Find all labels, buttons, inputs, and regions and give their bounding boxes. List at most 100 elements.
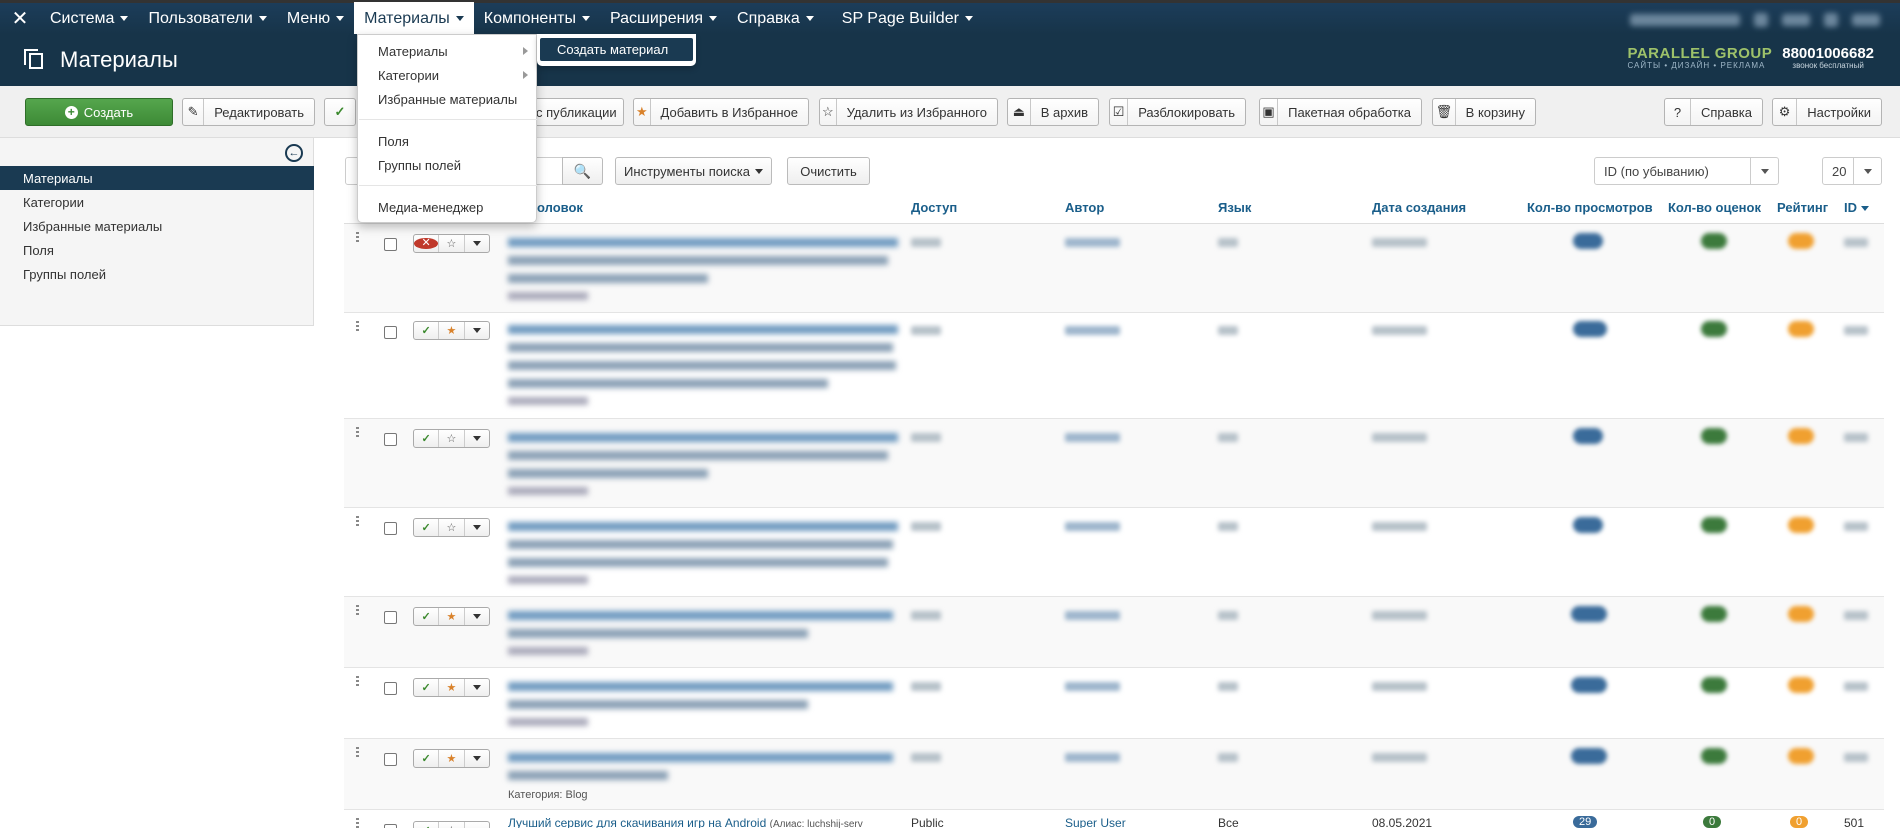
row-checkbox[interactable] [384, 522, 397, 535]
joomla-logo-icon[interactable]: ✕ [0, 2, 40, 36]
submenu-item-new-article[interactable]: Создать материал [540, 38, 693, 61]
blurred-author[interactable] [1065, 522, 1120, 531]
drag-handle-icon[interactable] [356, 321, 359, 333]
row-checkbox[interactable] [384, 824, 397, 828]
caret-down-icon[interactable] [465, 322, 489, 339]
star-outline-icon[interactable]: ☆ [439, 430, 465, 447]
unlock-button[interactable]: ☑ Разблокировать [1109, 98, 1246, 126]
col-access[interactable]: Доступ [911, 200, 957, 215]
blurred-author[interactable] [1065, 682, 1120, 691]
row-title-blurred[interactable] [508, 518, 898, 584]
publish-button[interactable]: ✓ [324, 98, 356, 126]
limit-select[interactable]: 20 [1822, 157, 1882, 185]
sidebar-item-featured[interactable]: Избранные материалы [0, 214, 314, 238]
row-checkbox[interactable] [384, 433, 397, 446]
blurred-site-link[interactable] [1630, 14, 1740, 26]
unpublished-icon[interactable]: ✕ [414, 235, 440, 252]
col-votes[interactable]: Кол-во оценок [1668, 200, 1761, 215]
nav-sp-page-builder[interactable]: SP Page Builder [832, 2, 983, 36]
blurred-icon[interactable] [1754, 13, 1768, 27]
add-featured-button[interactable]: ★ Добавить в Избранное [633, 98, 809, 126]
remove-featured-button[interactable]: ☆ Удалить из Избранного [819, 98, 998, 126]
drag-handle-icon[interactable] [356, 427, 359, 439]
drag-handle-icon[interactable] [356, 676, 359, 688]
star-filled-icon[interactable]: ★ [439, 750, 465, 767]
drag-handle-icon[interactable] [356, 516, 359, 528]
col-title[interactable]: оловок [537, 200, 583, 215]
row-title-blurred[interactable] [508, 429, 898, 495]
archive-button[interactable]: ⏏ В архив [1007, 98, 1099, 126]
nav-content[interactable]: Материалы [354, 1, 474, 36]
col-id[interactable]: ID [1844, 200, 1869, 215]
caret-down-icon[interactable] [465, 608, 489, 625]
row-title-blurred[interactable] [508, 749, 898, 780]
row-checkbox[interactable] [384, 682, 397, 695]
col-rating[interactable]: Рейтинг [1777, 200, 1828, 215]
col-author[interactable]: Автор [1065, 200, 1104, 215]
caret-down-icon[interactable] [465, 430, 489, 447]
drag-handle-icon[interactable] [356, 232, 359, 244]
published-check-icon[interactable]: ✓ [414, 822, 440, 828]
blurred-author[interactable] [1065, 238, 1120, 247]
row-category[interactable]: Категория: Blog [508, 789, 588, 801]
nav-menus[interactable]: Меню [277, 2, 354, 36]
unpublish-button[interactable]: с публикации [536, 98, 624, 126]
row-checkbox[interactable] [384, 753, 397, 766]
sidebar-item-categories[interactable]: Категории [0, 190, 314, 214]
published-check-icon[interactable]: ✓ [414, 519, 440, 536]
blurred-icon[interactable] [1852, 14, 1880, 26]
col-created[interactable]: Дата создания [1372, 200, 1466, 215]
blurred-author[interactable] [1065, 753, 1120, 762]
nav-extensions[interactable]: Расширения [600, 2, 727, 36]
blurred-author[interactable] [1065, 611, 1120, 620]
row-title-blurred[interactable] [508, 234, 898, 300]
col-language[interactable]: Язык [1218, 200, 1251, 215]
published-check-icon[interactable]: ✓ [414, 608, 440, 625]
menu-item-featured[interactable]: Избранные материалы [358, 88, 538, 110]
drag-handle-icon[interactable] [356, 605, 359, 617]
search-tools-button[interactable]: Инструменты поиска [615, 157, 772, 185]
caret-down-icon[interactable] [465, 679, 489, 696]
menu-item-articles[interactable]: Материалы [358, 40, 538, 62]
row-checkbox[interactable] [384, 238, 397, 251]
menu-item-media-manager[interactable]: Медиа-менеджер [358, 196, 538, 218]
caret-down-icon[interactable] [465, 822, 489, 828]
row-checkbox[interactable] [384, 326, 397, 339]
published-check-icon[interactable]: ✓ [414, 430, 440, 447]
star-outline-icon[interactable]: ☆ [439, 822, 465, 828]
row-title-blurred[interactable] [508, 678, 898, 726]
collapse-sidebar-icon[interactable]: ← [285, 144, 303, 162]
blurred-author[interactable] [1065, 326, 1120, 335]
row-author[interactable]: Super User [1065, 816, 1126, 828]
row-title-link[interactable]: Лучший сервис для скачивания игр на Andr… [508, 816, 863, 828]
blurred-user-menu[interactable] [1782, 14, 1810, 26]
row-title-blurred[interactable] [508, 607, 898, 655]
batch-button[interactable]: ▣ Пакетная обработка [1259, 98, 1422, 126]
sidebar-item-fields[interactable]: Поля [0, 238, 314, 262]
nav-system[interactable]: Система [40, 2, 138, 36]
caret-down-icon[interactable] [465, 235, 489, 252]
published-check-icon[interactable]: ✓ [414, 322, 440, 339]
col-hits[interactable]: Кол-во просмотров [1527, 200, 1653, 215]
star-filled-icon[interactable]: ★ [439, 679, 465, 696]
menu-item-fields[interactable]: Поля [358, 130, 538, 152]
star-outline-icon[interactable]: ☆ [439, 519, 465, 536]
menu-item-categories[interactable]: Категории [358, 64, 538, 86]
caret-down-icon[interactable] [465, 750, 489, 767]
nav-help[interactable]: Справка [727, 2, 824, 36]
blurred-author[interactable] [1065, 433, 1120, 442]
search-button[interactable]: 🔍 [562, 157, 603, 185]
options-button[interactable]: ⚙ Настройки [1772, 98, 1882, 126]
clear-button[interactable]: Очистить [787, 157, 870, 185]
row-title-blurred[interactable] [508, 321, 898, 405]
published-check-icon[interactable]: ✓ [414, 750, 440, 767]
star-outline-icon[interactable]: ☆ [439, 235, 465, 252]
help-button[interactable]: ? Справка [1664, 98, 1763, 126]
edit-button[interactable]: ✎ Редактировать [182, 98, 315, 126]
sidebar-item-articles[interactable]: Материалы [0, 166, 314, 190]
blurred-icon[interactable] [1824, 13, 1838, 27]
sidebar-item-field-groups[interactable]: Группы полей [0, 262, 314, 286]
row-checkbox[interactable] [384, 611, 397, 624]
star-filled-icon[interactable]: ★ [439, 608, 465, 625]
trash-button[interactable]: 🗑 В корзину [1432, 98, 1536, 126]
